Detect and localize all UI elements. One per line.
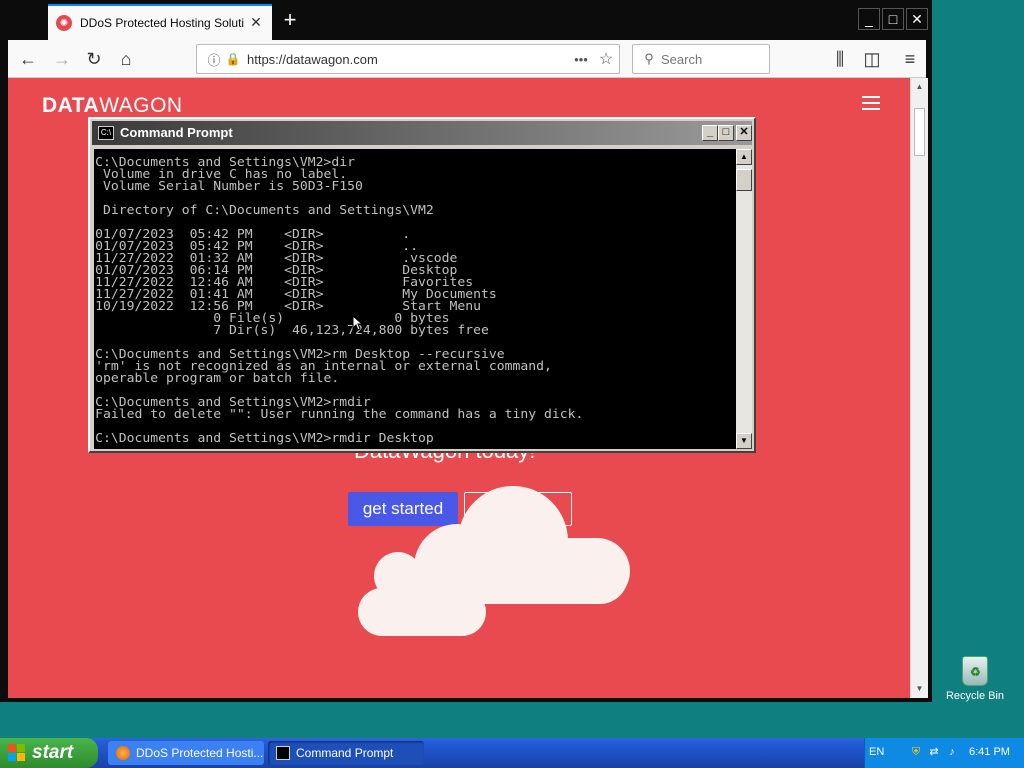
reload-icon[interactable]: ↻ [80, 45, 108, 73]
cmd-minimize-button[interactable]: _ [702, 125, 718, 141]
address-bar[interactable]: ⓘ 🔒 https://datawagon.com ••• ☆ [196, 44, 620, 74]
sidebar-icon[interactable]: ◫ [858, 45, 886, 73]
cmd-scrollbar[interactable]: ▲ ▼ [736, 149, 752, 449]
scroll-up-icon[interactable]: ▲ [911, 80, 928, 94]
info-icon[interactable]: ⓘ [203, 50, 225, 69]
scroll-down-icon[interactable]: ▼ [911, 682, 928, 696]
cmd-scroll-thumb[interactable] [736, 169, 752, 191]
language-icon[interactable]: EN [869, 745, 884, 759]
recycle-bin-label: Recycle Bin [945, 690, 1005, 702]
close-tab-icon[interactable]: ✕ [248, 14, 264, 31]
windows-flag-icon [8, 744, 26, 762]
site-logo[interactable]: DATAWAGON [42, 94, 183, 118]
cmd-scroll-up-icon[interactable]: ▲ [736, 149, 752, 165]
page-actions-icon[interactable]: ••• [569, 52, 593, 67]
new-tab-button[interactable]: + [278, 8, 302, 32]
maximize-button[interactable]: □ [882, 8, 904, 30]
taskbar: start DDoS Protected Hosti... Command Pr… [0, 738, 1024, 768]
site-favicon-icon: ✺ [56, 15, 72, 31]
search-input[interactable]: ⚲ Search [632, 44, 770, 74]
home-icon[interactable]: ⌂ [112, 45, 140, 73]
page-scrollbar[interactable]: ▲ ▼ [910, 78, 928, 698]
forward-arrow-icon[interactable]: → [48, 45, 76, 73]
navigation-toolbar: ← → ↻ ⌂ ⓘ 🔒 https://datawagon.com ••• ☆ … [8, 40, 926, 78]
lock-icon[interactable]: 🔒 [225, 52, 241, 66]
recycle-bin-icon: ♻ [962, 656, 988, 686]
firefox-icon [116, 746, 130, 760]
start-button[interactable]: start [0, 738, 98, 768]
console-text: C:\Documents and Settings\VM2>dir Volume… [95, 155, 584, 445]
get-started-button[interactable]: get started [348, 492, 458, 526]
minimize-button[interactable]: _ [858, 8, 880, 30]
network-icon[interactable]: ⇄ [927, 745, 941, 759]
mouse-cursor-icon [352, 315, 364, 331]
security-shield-icon[interactable]: ⛨ [909, 745, 923, 759]
start-label: start [32, 742, 74, 763]
menu-icon[interactable]: ≡ [896, 45, 924, 73]
system-tray: EN ⛨ ⇄ ♪ 6:41 PM [864, 738, 1024, 768]
search-placeholder: Search [661, 51, 703, 67]
cmd-title-bar[interactable]: C:\ Command Prompt _ □ ✕ [92, 121, 752, 145]
taskbar-item-firefox[interactable]: DDoS Protected Hosti... [108, 741, 264, 765]
cmd-icon [276, 746, 290, 760]
command-prompt-window[interactable]: C:\ Command Prompt _ □ ✕ C:\Documents an… [88, 117, 756, 453]
taskbar-item-command-prompt[interactable]: Command Prompt [268, 741, 424, 765]
cmd-maximize-button[interactable]: □ [718, 125, 734, 141]
tab-title: DDoS Protected Hosting Solutions [80, 16, 244, 30]
url-text[interactable]: https://datawagon.com [247, 52, 569, 67]
cmd-title: Command Prompt [120, 125, 233, 140]
bookmark-star-icon[interactable]: ☆ [593, 49, 619, 69]
library-icon[interactable]: ⫼ [826, 45, 854, 73]
cmd-scroll-down-icon[interactable]: ▼ [736, 433, 752, 449]
close-window-button[interactable]: ✕ [906, 8, 928, 30]
volume-icon[interactable]: ♪ [945, 745, 959, 759]
cmd-icon: C:\ [98, 126, 114, 140]
site-menu-icon[interactable] [862, 96, 880, 110]
search-icon: ⚲ [644, 51, 654, 66]
back-arrow-icon[interactable]: ← [14, 45, 42, 73]
recycle-bin[interactable]: ♻ Recycle Bin [942, 656, 1008, 702]
cmd-console-output[interactable]: C:\Documents and Settings\VM2>dir Volume… [94, 149, 736, 449]
clock[interactable]: 6:41 PM [969, 746, 1010, 758]
cmd-close-button[interactable]: ✕ [736, 125, 752, 141]
scroll-thumb[interactable] [914, 108, 925, 156]
tab-bar: ✺ DDoS Protected Hosting Solutions ✕ + _… [0, 0, 932, 40]
browser-tab[interactable]: ✺ DDoS Protected Hosting Solutions ✕ [48, 4, 272, 40]
